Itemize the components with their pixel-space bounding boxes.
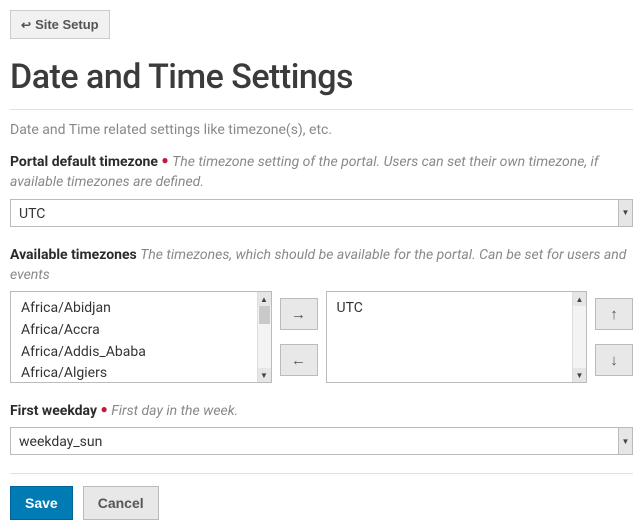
- list-item[interactable]: Africa/Addis_Ababa: [21, 342, 247, 364]
- scroll-rail[interactable]: [258, 306, 271, 368]
- available-tz-label-row: Available timezones The timezones, which…: [10, 245, 633, 286]
- site-setup-button[interactable]: ↩ Site Setup: [10, 10, 110, 39]
- scrollbar[interactable]: ▲ ▼: [257, 292, 271, 382]
- scroll-thumb[interactable]: [259, 306, 270, 324]
- scroll-down-icon[interactable]: ▼: [573, 368, 586, 382]
- selected-listbox[interactable]: UTC ▲ ▼: [326, 291, 588, 383]
- required-indicator: ●: [161, 152, 168, 169]
- list-item[interactable]: UTC: [337, 298, 563, 320]
- order-buttons-column: ↑ ↓: [595, 291, 633, 383]
- move-up-button[interactable]: ↑: [595, 298, 633, 330]
- scroll-up-icon[interactable]: ▲: [573, 292, 586, 306]
- site-setup-label: Site Setup: [35, 17, 99, 32]
- list-item[interactable]: Africa/Abidjan: [21, 298, 247, 320]
- move-down-button[interactable]: ↓: [595, 344, 633, 376]
- cancel-button[interactable]: Cancel: [83, 486, 159, 520]
- list-item[interactable]: Africa/Accra: [21, 320, 247, 342]
- back-arrow-icon: ↩: [21, 18, 31, 32]
- scroll-up-icon[interactable]: ▲: [258, 292, 271, 306]
- first-weekday-select[interactable]: weekday_sun ▼: [10, 427, 633, 455]
- title-separator: [10, 109, 633, 110]
- list-item[interactable]: Africa/Algiers: [21, 363, 247, 382]
- default-tz-label-row: Portal default timezone ● The timezone s…: [10, 152, 633, 193]
- move-right-button[interactable]: →: [280, 298, 318, 330]
- default-tz-select[interactable]: UTC ▼: [10, 199, 633, 227]
- actions-separator: [10, 473, 633, 474]
- first-weekday-help: First day in the week.: [111, 403, 238, 419]
- first-weekday-label: First weekday: [10, 403, 97, 419]
- save-button[interactable]: Save: [10, 486, 73, 520]
- form-actions: Save Cancel: [10, 486, 633, 520]
- available-tz-label: Available timezones: [10, 247, 137, 263]
- available-tz-picker: Africa/Abidjan Africa/Accra Africa/Addis…: [10, 291, 633, 383]
- move-left-button[interactable]: ←: [280, 344, 318, 376]
- default-tz-value: UTC: [10, 199, 633, 227]
- page-title: Date and Time Settings: [10, 57, 633, 97]
- scrollbar[interactable]: ▲ ▼: [572, 292, 586, 382]
- source-listbox[interactable]: Africa/Abidjan Africa/Accra Africa/Addis…: [10, 291, 272, 383]
- first-weekday-value: weekday_sun: [10, 427, 633, 455]
- default-tz-label: Portal default timezone: [10, 154, 158, 170]
- page-lead: Date and Time related settings like time…: [10, 122, 633, 138]
- move-buttons-column: → ←: [280, 291, 318, 383]
- required-indicator: ●: [100, 401, 107, 418]
- scroll-down-icon[interactable]: ▼: [258, 368, 271, 382]
- scroll-rail[interactable]: [573, 306, 586, 368]
- first-weekday-label-row: First weekday ● First day in the week.: [10, 401, 633, 421]
